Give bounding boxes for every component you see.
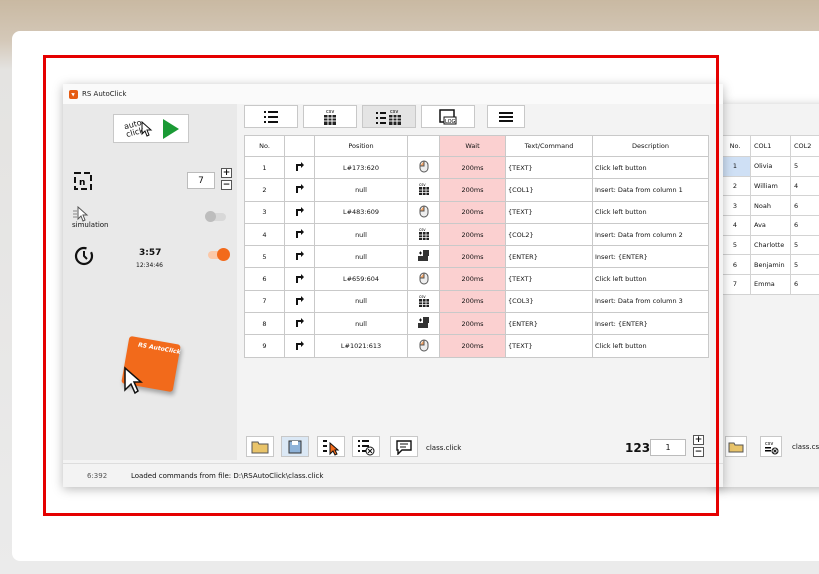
csv-row[interactable]: 5 Charlotte 5 [719,234,819,256]
csv-row-no: 6 [719,254,751,276]
csv-row-no: 3 [719,195,751,217]
csv-row-col2[interactable]: 6 [790,274,819,295]
csv-row-col1[interactable]: Charlotte [750,234,791,256]
csv-filename: class.csv [792,443,819,451]
csv-row-col2[interactable]: 5 [790,156,819,177]
csv-row[interactable]: 6 Benjamin 5 [719,254,819,276]
csv-row-no: 4 [719,215,751,236]
csv-row-no: 5 [719,234,751,256]
csv-window: No. COL1 COL2 1 Olivia 5 2 William 4 3 Noah 6 4 Av… [715,104,819,487]
csv-header-no[interactable]: No. [719,135,751,157]
csv-row-col2[interactable]: 6 [790,195,819,217]
csv-row-col1[interactable]: Emma [750,274,791,295]
csv-row-no: 1 [719,156,751,177]
csv-clear-icon: csv [765,441,779,454]
csv-row-col1[interactable]: Ava [750,215,791,236]
csv-row-no: 2 [719,175,751,197]
csv-row-no: 7 [719,274,751,295]
csv-header-row: No. COL1 COL2 [719,135,819,157]
csv-row-col2[interactable]: 5 [790,234,819,256]
csv-row-col2[interactable]: 4 [790,175,819,197]
csv-row-col1[interactable]: Olivia [750,156,791,177]
csv-table: No. COL1 COL2 1 Olivia 5 2 William 4 3 Noah 6 4 Av… [719,135,819,295]
svg-text:csv: csv [765,441,773,447]
csv-row-col2[interactable]: 6 [790,215,819,236]
csv-header-col2[interactable]: COL2 [790,135,819,157]
csv-row[interactable]: 3 Noah 6 [719,195,819,217]
csv-row[interactable]: 1 Olivia 5 [719,156,819,177]
csv-row-col1[interactable]: William [750,175,791,197]
folder-icon [728,442,744,452]
csv-row[interactable]: 2 William 4 [719,175,819,197]
highlight-frame [43,55,719,516]
csv-row-col2[interactable]: 5 [790,254,819,276]
csv-open-button[interactable] [725,436,747,457]
csv-row[interactable]: 7 Emma 6 [719,274,819,295]
csv-row-col1[interactable]: Benjamin [750,254,791,276]
csv-header-col1[interactable]: COL1 [750,135,791,157]
csv-clear-button[interactable]: csv [760,436,782,457]
csv-row-col1[interactable]: Noah [750,195,791,217]
csv-row[interactable]: 4 Ava 6 [719,215,819,236]
